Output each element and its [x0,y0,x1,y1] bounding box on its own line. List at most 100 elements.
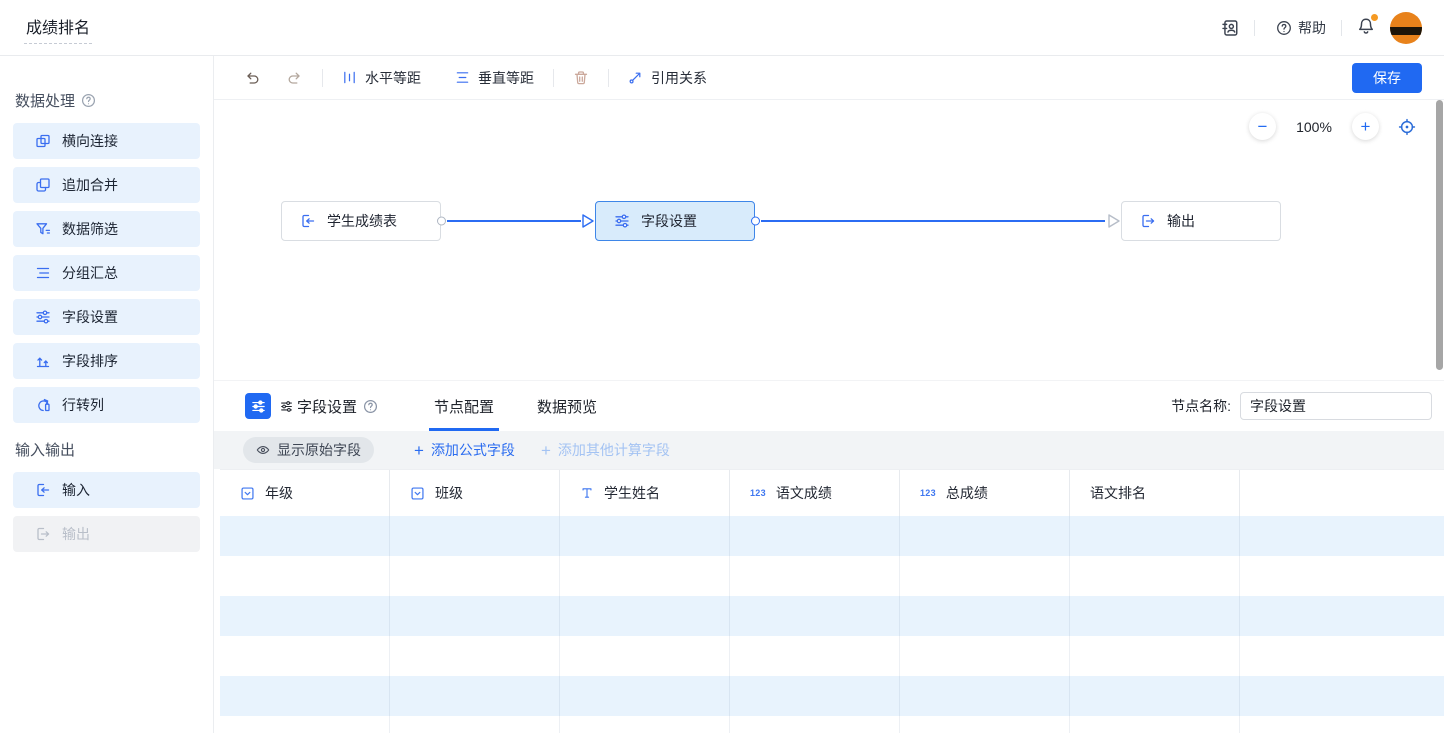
help-button[interactable]: 帮助 [1270,18,1326,38]
table-cell [390,716,560,733]
document-title[interactable]: 成绩排名 [24,12,92,44]
section-help-icon[interactable] [81,93,96,108]
plus-icon: + [541,442,551,459]
table-row [220,516,1444,556]
table-cell [560,596,730,636]
sidebar-item-group-summary[interactable]: 分组汇总 [13,255,200,291]
sidebar-item-field-settings[interactable]: 字段设置 [13,299,200,335]
column-name: 总成绩 [946,483,988,503]
column-header-6[interactable]: 语文排名 [1070,470,1240,516]
panel-title: 字段设置 [280,396,357,417]
notifications-button[interactable] [1357,17,1375,38]
flow-edge [447,220,581,222]
column-header-3[interactable]: 学生姓名 [560,470,730,516]
dimension-field-icon [240,486,255,501]
contact-book-icon[interactable] [1221,19,1239,37]
undo-icon[interactable] [244,70,260,86]
node-name-input[interactable] [1240,392,1432,420]
table-cell [730,596,900,636]
dimension-field-icon [410,486,425,501]
table-cell [730,516,900,556]
vertical-spacing-button[interactable]: 垂直等距 [455,68,534,88]
number-field-icon: 123 [750,488,766,498]
edge-arrow-icon [1107,213,1121,229]
sidebar-item-label: 分组汇总 [62,263,118,283]
node-output[interactable]: 输出 [1121,201,1281,241]
column-header-2[interactable]: 班级 [390,470,560,516]
table-cell [560,636,730,676]
divider [1341,20,1342,36]
filter-icon [35,221,51,237]
column-name: 年级 [265,483,293,503]
column-header-1[interactable]: 年级 [220,470,390,516]
table-cell [730,716,900,733]
redo-icon[interactable] [287,70,303,86]
edge-arrow-icon [581,213,595,229]
grid-header-filler [1240,470,1444,516]
locate-icon[interactable] [1398,118,1416,136]
table-cell [1070,636,1240,676]
show-original-fields-toggle[interactable]: 显示原始字段 [243,437,374,463]
add-formula-field-button[interactable]: + 添加公式字段 [414,440,515,460]
text-field-icon [580,486,594,500]
table-cell-filler [1240,716,1444,733]
field-settings-icon [35,309,51,325]
zoom-in-button[interactable]: + [1352,113,1379,140]
table-cell [730,556,900,596]
append-merge-icon [35,177,51,193]
field-settings-icon [251,399,266,414]
sidebar-item-output: 输出 [13,516,200,552]
group-summary-icon [35,265,51,281]
reference-relation-button[interactable]: 引用关系 [628,68,707,88]
sidebar-item-append-merge[interactable]: 追加合并 [13,167,200,203]
output-icon [35,526,51,542]
node-output-port[interactable] [437,217,446,226]
sidebar-section-title: 数据处理 [15,90,198,111]
vertical-scrollbar[interactable] [1436,100,1443,370]
table-cell [390,636,560,676]
node-student-score-table[interactable]: 学生成绩表 [281,201,441,241]
sidebar-item-field-sort[interactable]: 字段排序 [13,343,200,379]
sidebar-item-label: 数据筛选 [62,219,118,239]
horizontal-spacing-icon [342,70,357,85]
add-formula-field-label: 添加公式字段 [431,440,515,460]
sidebar-item-input[interactable]: 输入 [13,472,200,508]
table-cell [560,676,730,716]
panel-tabs: 节点配置 数据预览 [434,381,597,431]
field-toolbar: 显示原始字段 + 添加公式字段 + 添加其他计算字段 [214,431,1444,469]
node-name-label: 节点名称: [1171,396,1231,416]
divider [553,69,554,87]
column-header-5[interactable]: 123总成绩 [900,470,1070,516]
node-label: 字段设置 [641,211,697,231]
sidebar-item-horizontal-join[interactable]: 横向连接 [13,123,200,159]
node-label: 输出 [1167,211,1195,231]
table-cell [390,596,560,636]
save-button[interactable]: 保存 [1352,63,1422,93]
node-output-port[interactable] [751,217,760,226]
horizontal-spacing-button[interactable]: 水平等距 [342,68,421,88]
zoom-out-button[interactable]: − [1249,113,1276,140]
field-settings-icon [280,400,293,413]
top-right-actions: 帮助 [1221,12,1422,44]
sidebar-item-filter[interactable]: 数据筛选 [13,211,200,247]
trash-icon[interactable] [573,70,589,86]
divider [322,69,323,87]
divider [608,69,609,87]
main-area: 水平等距 垂直等距 引用关系 保存 − 100% [214,56,1444,733]
panel-help-icon[interactable] [363,399,378,414]
table-cell [900,636,1070,676]
sidebar-item-row-to-column[interactable]: 行转列 [13,387,200,423]
tab-node-config[interactable]: 节点配置 [434,381,494,431]
sidebar: 数据处理 横向连接追加合并数据筛选分组汇总字段设置字段排序行转列 输入输出 输入… [0,56,214,733]
node-field-settings[interactable]: 字段设置 [595,201,755,241]
sidebar-item-label: 输出 [62,524,90,544]
horizontal-spacing-label: 水平等距 [365,68,421,88]
panel-header: 字段设置 节点配置 数据预览 节点名称: [214,381,1444,431]
table-cell [220,556,390,596]
column-header-4[interactable]: 123语文成绩 [730,470,900,516]
show-original-fields-label: 显示原始字段 [277,440,361,460]
tab-data-preview[interactable]: 数据预览 [537,381,597,431]
table-row [220,676,1444,716]
avatar[interactable] [1390,12,1422,44]
flow-canvas[interactable]: − 100% + 学生成绩表 [214,100,1444,380]
